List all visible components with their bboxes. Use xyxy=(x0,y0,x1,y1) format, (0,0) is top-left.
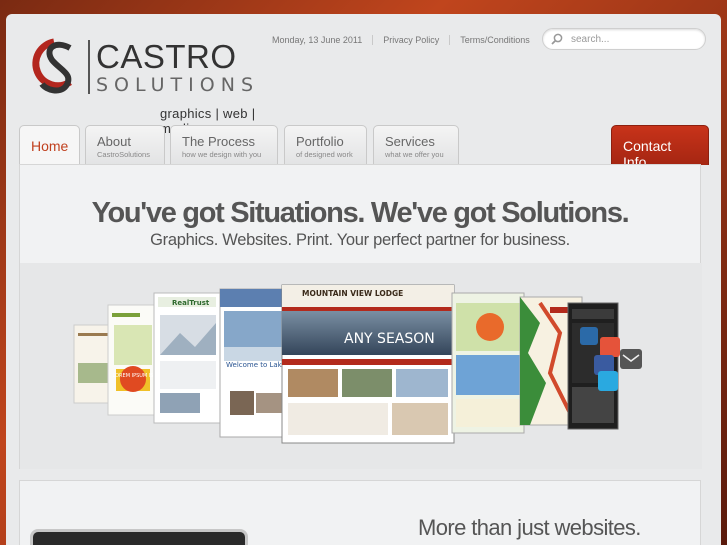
tab-process[interactable]: The Process how we design with you xyxy=(170,125,278,165)
logo[interactable]: CASTRO SOLUTIONS graphics | web | media xyxy=(26,36,286,136)
search-placeholder: search... xyxy=(571,33,610,45)
main-nav-tabs: Home About CastroSolutions The Process h… xyxy=(19,125,709,170)
tab-about-subtitle: CastroSolutions xyxy=(97,150,150,159)
logo-divider xyxy=(88,40,90,94)
secondary-panel: More than just websites. xyxy=(19,480,701,545)
portfolio-collage-image[interactable]: LOREM IPSUM IS RealTrust Welcome to Lake… xyxy=(20,263,702,469)
tab-portfolio[interactable]: Portfolio of designed work xyxy=(284,125,367,165)
contact-info-button[interactable]: Contact Info xyxy=(611,125,709,170)
hero-panel: You've got Situations. We've got Solutio… xyxy=(19,164,702,469)
tab-home[interactable]: Home xyxy=(19,125,80,165)
linkedin-icon xyxy=(580,327,598,345)
portfolio-showcase: LOREM IPSUM IS RealTrust Welcome to Lake… xyxy=(20,263,702,469)
search-input[interactable]: search... xyxy=(542,28,706,50)
logo-mark-icon xyxy=(32,38,72,94)
terms-link[interactable]: Terms/Conditions xyxy=(450,35,540,45)
tab-services-label: Services xyxy=(385,134,435,149)
tab-about[interactable]: About CastroSolutions xyxy=(85,125,165,165)
search-icon xyxy=(551,33,563,45)
tab-process-subtitle: how we design with you xyxy=(182,150,262,159)
tab-services-subtitle: what we offer you xyxy=(385,150,444,159)
tab-about-label: About xyxy=(97,134,131,149)
hero-subline: Graphics. Websites. Print. Your perfect … xyxy=(150,231,570,249)
email-icon xyxy=(620,349,642,369)
tab-process-label: The Process xyxy=(182,134,255,149)
rss-icon xyxy=(600,337,620,357)
tab-services[interactable]: Services what we offer you xyxy=(373,125,459,165)
section-heading: More than just websites. xyxy=(418,515,641,540)
twitter-icon xyxy=(598,371,618,391)
tab-home-label: Home xyxy=(31,138,69,154)
featured-banner-text: ANY SEASON xyxy=(344,331,435,347)
tab-portfolio-label: Portfolio xyxy=(296,134,344,149)
privacy-policy-link[interactable]: Privacy Policy xyxy=(373,35,451,45)
realtrust-label: RealTrust xyxy=(172,299,210,307)
page-container: CASTRO SOLUTIONS graphics | web | media … xyxy=(6,14,721,545)
date-label: Monday, 13 June 2011 xyxy=(262,35,374,45)
tab-portfolio-subtitle: of designed work xyxy=(296,150,353,159)
hero-headline: You've got Situations. We've got Solutio… xyxy=(91,197,630,229)
top-nav: Monday, 13 June 2011 Privacy Policy Term… xyxy=(262,35,540,45)
featured-site-title: MOUNTAIN VIEW LODGE xyxy=(302,289,403,298)
logo-subtitle: SOLUTIONS xyxy=(96,74,259,96)
logo-name: CASTRO xyxy=(96,38,237,75)
lorem-badge-text: LOREM IPSUM IS xyxy=(113,373,154,379)
laptop-image xyxy=(30,529,248,545)
